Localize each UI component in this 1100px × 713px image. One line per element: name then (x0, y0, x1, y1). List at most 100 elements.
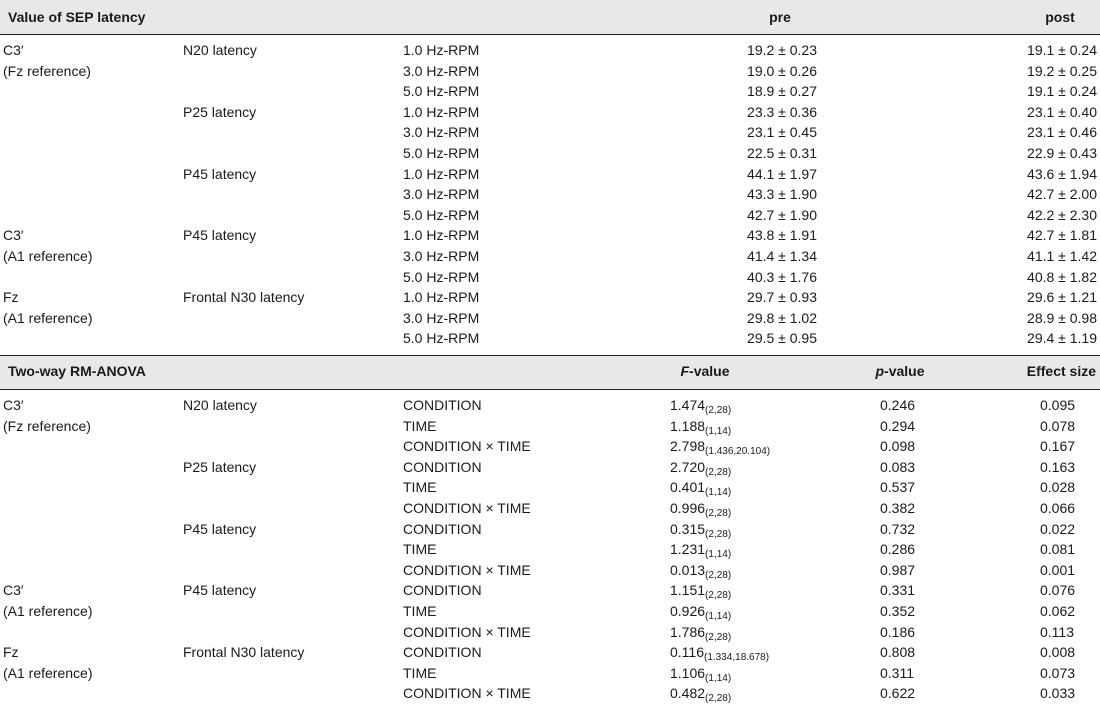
effect-size-value: 0.001 (1040, 561, 1076, 578)
f-value-number: 0.482 (670, 685, 706, 702)
site-label: C3′ (3, 227, 24, 244)
factor-label: TIME (403, 479, 437, 496)
post-value: 41.1 ± 1.42 (1027, 248, 1097, 264)
f-value-number: 0.996 (670, 500, 706, 516)
effect-size-value: 0.022 (1040, 520, 1076, 537)
degrees-of-freedom: (1,14) (705, 425, 732, 437)
sep-col-post: post (1045, 9, 1075, 25)
f-value: 0.315(2,28) (670, 519, 731, 542)
f-value: 1.231(1,14) (670, 539, 731, 562)
site-reference: (A1 reference) (3, 248, 93, 264)
frequency-label: 1.0 Hz-RPM (403, 103, 480, 120)
p-value: 0.311 (880, 664, 914, 681)
p-value: 0.732 (880, 520, 916, 537)
effect-size-value: 0.163 (1040, 458, 1076, 475)
effect-size-value: 0.062 (1040, 603, 1076, 619)
factor-label: CONDITION (403, 644, 482, 661)
frequency-label: 1.0 Hz-RPM (403, 42, 480, 58)
anova-col-effect-size: Effect size (1026, 363, 1096, 379)
factor-label: CONDITION × TIME (403, 685, 531, 702)
post-value: 23.1 ± 0.40 (1027, 103, 1097, 120)
frequency-label: 1.0 Hz-RPM (403, 289, 480, 306)
p-value: 0.987 (880, 561, 916, 578)
p-value: 0.186 (880, 623, 916, 640)
pre-value: 22.5 ± 0.31 (747, 145, 817, 161)
f-value: 1.151(2,28) (670, 580, 731, 603)
site-label: Fz (3, 289, 19, 306)
post-value: 19.1 ± 0.24 (1027, 42, 1097, 58)
frequency-label: 3.0 Hz-RPM (403, 124, 480, 141)
component-label: N20 latency (183, 397, 257, 413)
f-value: 2.720(2,28) (670, 457, 731, 480)
f-value: 0.013(2,28) (670, 560, 731, 583)
f-value: 1.188(1,14) (670, 416, 731, 439)
p-value: 0.382 (880, 500, 916, 516)
f-value-number: 0.315 (670, 520, 706, 537)
anova-section-title: Two-way RM-ANOVA (8, 363, 146, 379)
sep-section-title: Value of SEP latency (8, 9, 146, 25)
p-value: 0.622 (880, 685, 916, 702)
degrees-of-freedom: (2,28) (705, 569, 732, 581)
post-value: 29.4 ± 1.19 (1027, 330, 1097, 347)
p-value: 0.331 (880, 582, 916, 599)
f-value-number: 1.188 (670, 417, 706, 434)
factor-label: CONDITION × TIME (403, 438, 531, 455)
degrees-of-freedom: (2,28) (705, 590, 732, 602)
effect-size-value: 0.095 (1040, 397, 1076, 413)
site-reference: (A1 reference) (3, 664, 93, 681)
f-value-number: 2.798 (670, 438, 706, 455)
pre-value: 40.3 ± 1.76 (747, 268, 817, 285)
degrees-of-freedom: (1,14) (705, 672, 732, 684)
effect-size-value: 0.081 (1040, 541, 1076, 558)
f-value-number: 0.926 (670, 603, 706, 619)
f-value-number: 1.106 (670, 664, 706, 681)
f-value: 2.798(1.436,20.104) (670, 436, 770, 459)
frequency-label: 5.0 Hz-RPM (403, 83, 480, 100)
pre-value: 29.8 ± 1.02 (747, 309, 817, 326)
pre-value: 41.4 ± 1.34 (747, 248, 817, 264)
effect-size-value: 0.073 (1040, 664, 1076, 681)
anova-col-fvalue: F-value (680, 363, 730, 379)
post-value: 40.8 ± 1.82 (1027, 268, 1097, 285)
frequency-label: 1.0 Hz-RPM (403, 165, 480, 182)
factor-label: CONDITION (403, 582, 482, 599)
p-value: 0.083 (880, 458, 916, 475)
f-value: 1.474(2,28) (670, 395, 731, 418)
effect-size-value: 0.076 (1040, 582, 1076, 599)
post-value: 42.7 ± 2.00 (1027, 186, 1097, 203)
degrees-of-freedom: (1,14) (705, 611, 732, 622)
factor-label: TIME (403, 664, 437, 681)
frequency-label: 5.0 Hz-RPM (403, 268, 480, 285)
degrees-of-freedom: (1,14) (705, 549, 732, 561)
degrees-of-freedom: (2,28) (705, 693, 732, 705)
effect-size-value: 0.008 (1040, 644, 1076, 661)
f-value: 1.786(2,28) (670, 622, 731, 645)
sep-header-band (0, 0, 1100, 35)
post-value: 42.2 ± 2.30 (1027, 206, 1097, 223)
site-label: C3′ (3, 397, 24, 413)
component-label: Frontal N30 latency (183, 289, 305, 306)
frequency-label: 5.0 Hz-RPM (403, 145, 480, 161)
post-value: 43.6 ± 1.94 (1027, 165, 1097, 182)
factor-label: TIME (403, 541, 437, 558)
f-value-number: 2.720 (670, 458, 706, 475)
component-label: P45 latency (183, 165, 257, 182)
p-value: 0.537 (880, 479, 916, 496)
post-value: 23.1 ± 0.46 (1027, 124, 1097, 141)
component-label: P45 latency (183, 520, 257, 537)
site-label: C3′ (3, 582, 24, 599)
component-label: P25 latency (183, 103, 257, 120)
post-value: 29.6 ± 1.21 (1027, 289, 1097, 306)
post-value: 19.2 ± 0.25 (1027, 62, 1097, 79)
frequency-label: 3.0 Hz-RPM (403, 309, 480, 326)
pre-value: 19.0 ± 0.26 (747, 62, 817, 79)
post-value: 42.7 ± 1.81 (1027, 227, 1097, 244)
f-value: 0.996(2,28) (670, 498, 731, 521)
component-label: P45 latency (183, 582, 257, 599)
pre-value: 44.1 ± 1.97 (747, 165, 817, 182)
pre-value: 29.7 ± 0.93 (747, 289, 817, 306)
post-value: 19.1 ± 0.24 (1027, 83, 1097, 100)
f-value-number: 0.401 (670, 479, 706, 496)
pre-value: 19.2 ± 0.23 (747, 42, 817, 58)
factor-label: CONDITION (403, 397, 482, 413)
